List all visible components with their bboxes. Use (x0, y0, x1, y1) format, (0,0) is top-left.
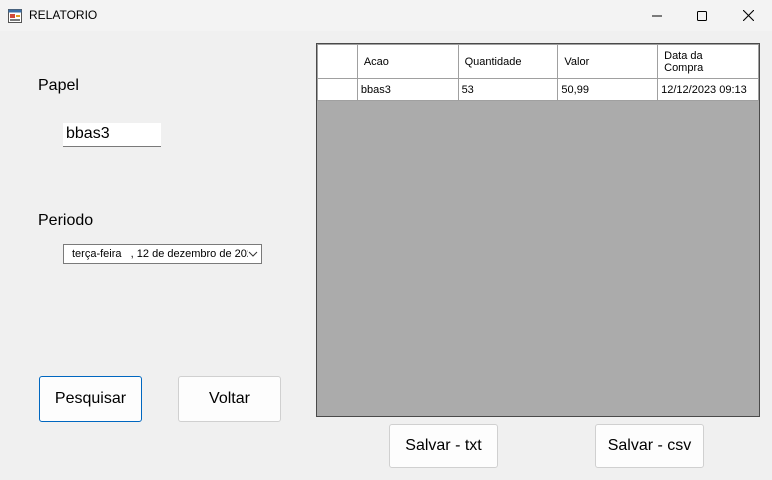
chevron-down-icon[interactable] (248, 249, 258, 259)
title-bar: RELATORIO (0, 0, 772, 31)
form-icon (8, 9, 22, 23)
window-title: RELATORIO (29, 8, 98, 22)
minimize-icon (652, 15, 662, 16)
grid-cell-valor[interactable]: 50,99 (557, 78, 659, 101)
maximize-icon (697, 10, 707, 21)
salvar-txt-button[interactable]: Salvar - txt (389, 424, 498, 468)
grid-cell-acao[interactable]: bbas3 (356, 78, 459, 101)
papel-label: Papel (38, 77, 79, 94)
close-button[interactable] (725, 0, 771, 31)
grid-table: Acao Quantidade Valor Data da Compra bba… (317, 44, 759, 101)
table-row[interactable]: bbas3 53 50,99 12/12/2023 09:13 (317, 78, 759, 101)
pesquisar-button[interactable]: Pesquisar (39, 376, 142, 422)
grid-cell-quantidade[interactable]: 53 (457, 78, 559, 101)
row-header-corner[interactable] (317, 44, 358, 79)
periodo-label: Periodo (38, 212, 94, 229)
periodo-date-value: terça-feira , 12 de dezembro de 2023 (72, 248, 248, 260)
grid-header-row: Acao Quantidade Valor Data da Compra (317, 44, 759, 79)
papel-input[interactable]: bbas3 (63, 123, 161, 147)
close-icon (742, 10, 754, 21)
data-grid[interactable]: Acao Quantidade Valor Data da Compra bba… (316, 43, 760, 417)
row-header[interactable] (317, 78, 358, 101)
column-header-valor[interactable]: Valor (557, 44, 659, 79)
minimize-button[interactable] (634, 0, 680, 31)
periodo-date-picker[interactable]: terça-feira , 12 de dezembro de 2023 (63, 244, 262, 264)
column-header-data-da-compra[interactable]: Data da Compra (657, 44, 759, 79)
column-header-quantidade[interactable]: Quantidade (457, 44, 559, 79)
voltar-button[interactable]: Voltar (178, 376, 281, 422)
grid-cell-data-da-compra[interactable]: 12/12/2023 09:13 (657, 78, 759, 101)
salvar-csv-button[interactable]: Salvar - csv (595, 424, 704, 468)
maximize-button[interactable] (679, 0, 725, 31)
column-header-acao[interactable]: Acao (356, 44, 459, 79)
